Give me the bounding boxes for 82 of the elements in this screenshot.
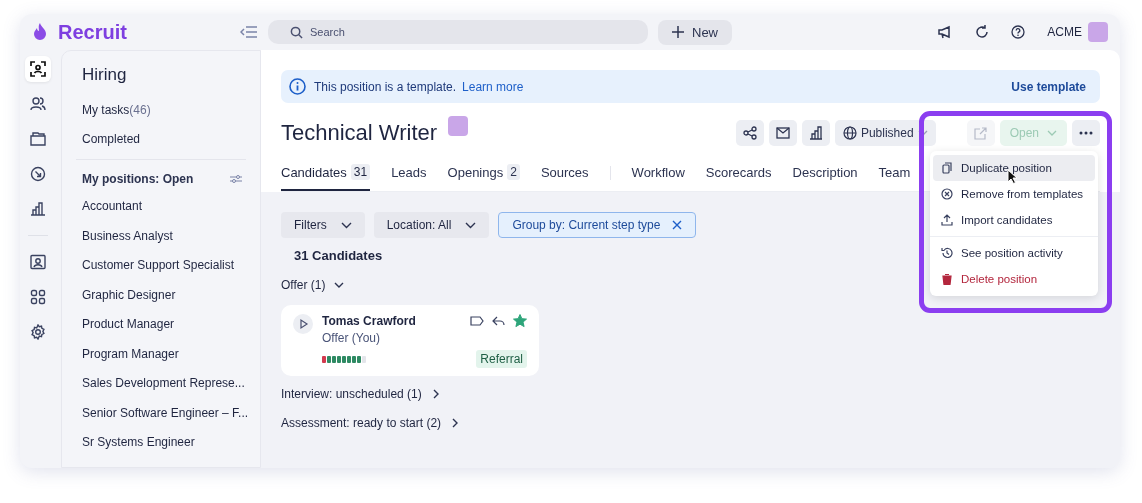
position-link[interactable]: Customer Support Specialist — [82, 258, 260, 272]
menu-item[interactable]: Remove from templates — [933, 181, 1095, 207]
close-icon[interactable] — [672, 220, 683, 230]
tab[interactable]: Leads — [391, 165, 427, 191]
flame-logo-icon — [32, 23, 48, 41]
chevron-icon — [334, 280, 345, 290]
refresh-icon[interactable] — [975, 25, 990, 39]
referral-tag: Referral — [476, 350, 527, 368]
share-icon — [742, 126, 757, 140]
filter-dropdown[interactable]: Filters — [281, 212, 365, 238]
group-toggle[interactable]: Interview: unscheduled (1) — [281, 387, 441, 401]
tab[interactable]: Sources — [540, 165, 589, 191]
bar-chart-icon — [808, 126, 823, 140]
position-link[interactable]: Senior Software Engineer – F... — [82, 405, 260, 420]
candidates-count: 31 Candidates — [294, 248, 383, 263]
group-by-chip[interactable]: Group by: Current step type — [498, 212, 697, 238]
menu-item-label: Import candidates — [961, 214, 1053, 226]
globe-icon — [842, 126, 857, 140]
position-link[interactable]: Program Manager — [82, 346, 260, 361]
info-icon — [289, 78, 306, 95]
star-icon[interactable] — [513, 314, 527, 328]
tab[interactable]: Description — [792, 165, 858, 191]
tab[interactable]: Openings 2 — [447, 164, 520, 191]
tab[interactable]: Candidates 31 — [281, 164, 371, 191]
banner-text: This position is a template. — [314, 79, 457, 94]
sliders-icon[interactable] — [230, 174, 242, 184]
menu-item-label: Remove from templates — [961, 188, 1084, 200]
chart-button[interactable] — [801, 120, 830, 146]
menu-item-label: Duplicate position — [961, 162, 1052, 174]
sidebar-title: Hiring — [82, 65, 128, 85]
x-circle-icon — [941, 188, 953, 200]
position-link[interactable]: Sr Systems Engineer — [82, 435, 260, 449]
menu-item-label: Delete position — [961, 273, 1038, 285]
play-icon[interactable] — [293, 314, 313, 334]
learn-more-link[interactable]: Learn more — [462, 79, 524, 94]
more-icon — [1079, 131, 1093, 135]
menu-item[interactable]: Duplicate position — [933, 155, 1095, 181]
tab[interactable]: Workflow — [631, 165, 685, 191]
position-title: Technical Writer — [281, 120, 438, 146]
use-template-link[interactable]: Use template — [1011, 79, 1086, 94]
search-field[interactable]: Search — [268, 20, 648, 44]
avatar — [448, 116, 469, 136]
external-link-icon — [974, 126, 988, 140]
email-button[interactable] — [768, 120, 797, 146]
new-button[interactable]: New — [658, 19, 732, 45]
sidebar-link[interactable]: Completed — [82, 132, 260, 146]
tab[interactable]: Team — [878, 165, 911, 191]
position-link[interactable]: Accountant — [82, 199, 260, 213]
section-heading: My positions: Open — [82, 172, 194, 186]
help-icon[interactable] — [1011, 25, 1026, 39]
search-icon — [290, 26, 303, 39]
score-bar — [322, 355, 366, 363]
position-link[interactable]: Product Manager — [82, 317, 260, 331]
group-toggle[interactable]: Offer (1) — [281, 278, 345, 292]
reply-icon[interactable] — [492, 316, 505, 326]
menu-item-label: See position activity — [961, 247, 1063, 259]
candidate-step: Offer (You) — [322, 331, 527, 345]
group-toggle[interactable]: Assessment: ready to start (2) — [281, 416, 461, 430]
share-button[interactable] — [735, 120, 764, 146]
published-dropdown[interactable]: Published — [834, 120, 936, 146]
tab[interactable]: Scorecards — [705, 165, 772, 191]
menu-item[interactable]: Delete position — [933, 266, 1095, 292]
copy-icon — [941, 162, 953, 174]
envelope-icon — [775, 127, 790, 139]
menu-item[interactable]: Import candidates — [933, 207, 1095, 233]
tag-icon[interactable] — [470, 316, 484, 326]
history-icon — [941, 247, 953, 259]
app-name: Recruit — [58, 20, 127, 44]
collapse-sidebar-icon[interactable] — [240, 26, 258, 38]
position-link[interactable]: Business Analyst — [82, 228, 260, 243]
candidate-card[interactable]: Tomas Crawford Offer (You) Referral — [281, 305, 539, 376]
plus-icon — [672, 26, 684, 38]
candidate-name: Tomas Crawford — [322, 314, 416, 328]
filter-dropdown[interactable]: Location: All — [373, 212, 490, 238]
trash-icon — [941, 273, 953, 285]
menu-item[interactable]: See position activity — [933, 240, 1095, 266]
person-nav-icon[interactable] — [25, 56, 51, 82]
position-link[interactable]: Sales Development Represe... — [82, 376, 260, 390]
position-link[interactable]: Graphic Designer — [82, 287, 260, 302]
account-name[interactable]: ACME — [1047, 25, 1082, 39]
upload-icon — [941, 214, 953, 226]
sidebar-link[interactable]: My tasks(46) — [82, 103, 260, 117]
